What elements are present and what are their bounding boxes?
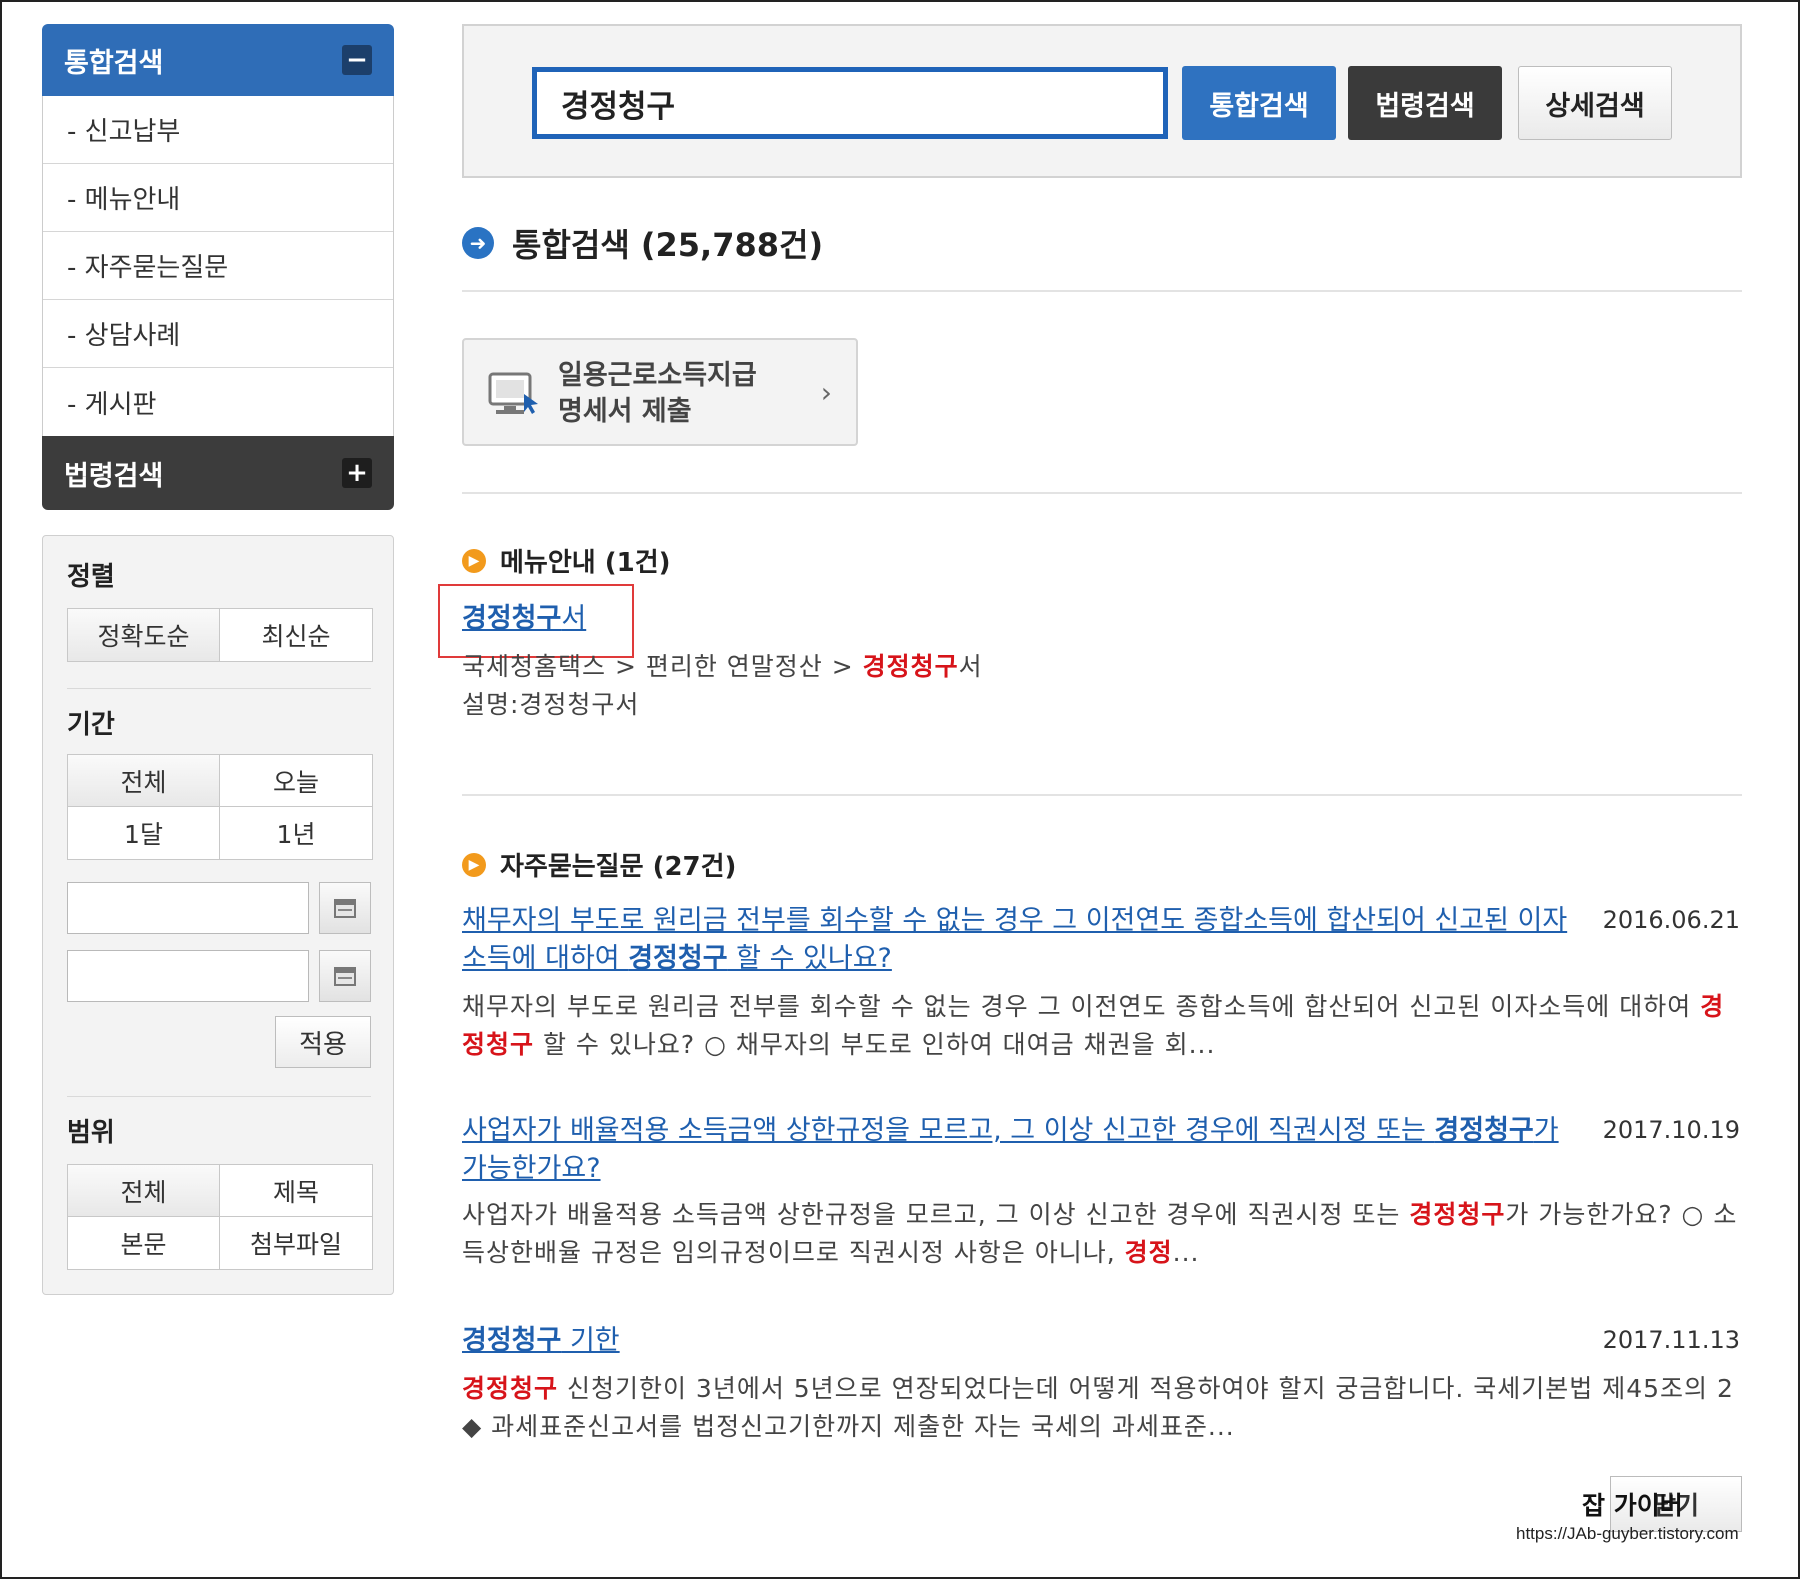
scope-body-button[interactable]: 본문 (68, 1217, 220, 1269)
sort-latest-button[interactable]: 최신순 (220, 609, 372, 661)
section-title-text: 메뉴안내 (1건) (500, 548, 671, 578)
sidebar-item-menu-guide[interactable]: - 메뉴안내 (43, 164, 393, 232)
path-keyword: 경정청구 (862, 652, 959, 681)
quick-card-line1: 일용근로소득지급 (558, 360, 757, 391)
arrow-right-icon: ▶ (462, 548, 486, 573)
sidebar-item-consult-cases[interactable]: - 상담사례 (43, 300, 393, 368)
menu-guide-section-title: ▶ 메뉴안내 (1건) (462, 542, 671, 579)
calendar-icon[interactable] (319, 882, 371, 934)
desc-text: 할 수 있나요? ○ 채무자의 부도로 인하여 대여금 채권을 회... (534, 1030, 1216, 1059)
period-title: 기간 (67, 710, 115, 740)
divider (67, 688, 371, 689)
detail-search-button[interactable]: 상세검색 (1518, 66, 1672, 140)
sidebar: 통합검색 − - 신고납부 - 메뉴안내 - 자주묻는질문 - 상담사례 - 게… (42, 24, 394, 510)
sidebar-menu: - 신고납부 - 메뉴안내 - 자주묻는질문 - 상담사례 - 게시판 (42, 96, 394, 436)
period-all-button[interactable]: 전체 (68, 755, 220, 807)
filter-panel: 정렬 정확도순 최신순 기간 전체 오늘 1달 1년 적용 범위 전체 제목 본… (42, 535, 394, 1295)
faq-result-desc: 채무자의 부도로 원리금 전부를 회수할 수 없는 경우 그 이전연도 종합소득… (462, 988, 1742, 1064)
link-keyword: 경정청구 (462, 603, 562, 634)
menu-result-desc: 설명:경정청구서 (462, 690, 640, 719)
faq-result-date: 2017.11.13 (1602, 1326, 1740, 1354)
scope-options: 전체 제목 본문 첨부파일 (67, 1164, 373, 1270)
start-date-input[interactable] (67, 882, 309, 934)
sidebar-item-faq[interactable]: - 자주묻는질문 (43, 232, 393, 300)
sidebar-header-law-search[interactable]: 법령검색 + (42, 436, 394, 510)
desc-keyword: 경정 (1124, 1238, 1173, 1267)
watermark-text: 잡 가이버 (1582, 1491, 1683, 1520)
divider (462, 290, 1742, 292)
divider (462, 794, 1742, 796)
link-keyword: 경정청구 (1434, 1115, 1534, 1146)
faq-result-link[interactable]: 채무자의 부도로 원리금 전부를 회수할 수 없는 경우 그 이전연도 종합소득… (462, 902, 1572, 978)
faq-result-link[interactable]: 경정청구 기한 (462, 1322, 1572, 1360)
link-text: 사업자가 배율적용 소득금액 상한규정을 모르고, 그 이상 신고한 경우에 직… (462, 1115, 1435, 1146)
end-date-input[interactable] (67, 950, 309, 1002)
divider (67, 1096, 371, 1097)
scope-title: 범위 (67, 1118, 115, 1148)
quick-card-label: 일용근로소득지급 명세서 제출 (558, 358, 757, 430)
link-text: 서 (561, 603, 587, 634)
desc-text: ... (1172, 1238, 1200, 1267)
desc-text: 신청기한이 3년에서 5년으로 연장되었다는데 어떻게 적용하여야 할지 궁금합… (462, 1374, 1734, 1441)
desc-keyword: 경정청구 (462, 1374, 559, 1403)
sidebar-header-label: 법령검색 (64, 460, 164, 492)
faq-result-date: 2016.06.21 (1602, 906, 1740, 934)
sort-title: 정렬 (67, 562, 115, 592)
expand-icon[interactable]: + (342, 458, 372, 488)
quick-service-card[interactable]: 일용근로소득지급 명세서 제출 › (462, 338, 858, 446)
faq-result-date: 2017.10.19 (1602, 1116, 1740, 1144)
watermark-url: https://JAb-guyber.tistory.com (1516, 1524, 1739, 1543)
period-year-button[interactable]: 1년 (220, 807, 372, 859)
search-input[interactable]: 경정청구 (532, 67, 1168, 139)
link-text: 할 수 있나요? (727, 943, 892, 974)
page-frame: 통합검색 − - 신고납부 - 메뉴안내 - 자주묻는질문 - 상담사례 - 게… (0, 0, 1800, 1579)
desc-text: 사업자가 배율적용 소득금액 상한규정을 모르고, 그 이상 신고한 경우에 직… (462, 1200, 1410, 1229)
search-bar: 경정청구 통합검색 법령검색 상세검색 (462, 24, 1742, 178)
faq-section-title: ▶ 자주묻는질문 (27건) (462, 846, 736, 883)
link-keyword: 경정청구 (628, 943, 728, 974)
arrow-right-icon: ➜ (462, 227, 494, 259)
integrated-search-button[interactable]: 통합검색 (1182, 66, 1336, 140)
arrow-right-icon: ▶ (462, 852, 486, 877)
menu-result-path: 국세청홈택스 > 편리한 연말정산 > 경정청구서 (462, 648, 1742, 686)
link-text: 기한 (561, 1325, 620, 1356)
quick-card-line2: 명세서 제출 (558, 396, 692, 427)
sidebar-item-board[interactable]: - 게시판 (43, 368, 393, 436)
sidebar-header-integrated-search[interactable]: 통합검색 − (42, 24, 394, 96)
faq-result-desc: 사업자가 배율적용 소득금액 상한규정을 모르고, 그 이상 신고한 경우에 직… (462, 1196, 1742, 1272)
chevron-right-icon: › (820, 376, 832, 409)
divider (462, 492, 1742, 494)
monitor-cursor-icon (488, 372, 538, 414)
faq-result-link[interactable]: 사업자가 배율적용 소득금액 상한규정을 모르고, 그 이상 신고한 경우에 직… (462, 1112, 1572, 1188)
scope-attachment-button[interactable]: 첨부파일 (220, 1217, 372, 1269)
sort-accuracy-button[interactable]: 정확도순 (68, 609, 220, 661)
sidebar-item-tax-filing[interactable]: - 신고납부 (43, 96, 393, 164)
scope-title-button[interactable]: 제목 (220, 1165, 372, 1217)
results-title: ➜ 통합검색 (25,788건) (462, 220, 823, 266)
desc-keyword: 경정청구 (1409, 1200, 1506, 1229)
period-today-button[interactable]: 오늘 (220, 755, 372, 807)
sort-options: 정확도순 최신순 (67, 608, 373, 662)
scope-all-button[interactable]: 전체 (68, 1165, 220, 1217)
path-suffix: 서 (958, 652, 983, 681)
desc-text: 채무자의 부도로 원리금 전부를 회수할 수 없는 경우 그 이전연도 종합소득… (462, 992, 1701, 1021)
period-options: 전체 오늘 1달 1년 (67, 754, 373, 860)
period-month-button[interactable]: 1달 (68, 807, 220, 859)
sidebar-header-label: 통합검색 (64, 47, 164, 79)
link-keyword: 경정청구 (462, 1325, 562, 1356)
results-title-text: 통합검색 (25,788건) (512, 226, 824, 264)
law-search-button[interactable]: 법령검색 (1348, 66, 1502, 140)
faq-result-desc: 경정청구 신청기한이 3년에서 5년으로 연장되었다는데 어떻게 적용하여야 할… (462, 1370, 1742, 1446)
apply-button[interactable]: 적용 (275, 1016, 371, 1068)
menu-result-link[interactable]: 경정청구서 (462, 600, 1572, 638)
calendar-icon[interactable] (319, 950, 371, 1002)
path-text: 국세청홈택스 > 편리한 연말정산 > (462, 652, 863, 681)
section-title-text: 자주묻는질문 (27건) (500, 852, 737, 882)
collapse-icon[interactable]: − (342, 45, 372, 75)
